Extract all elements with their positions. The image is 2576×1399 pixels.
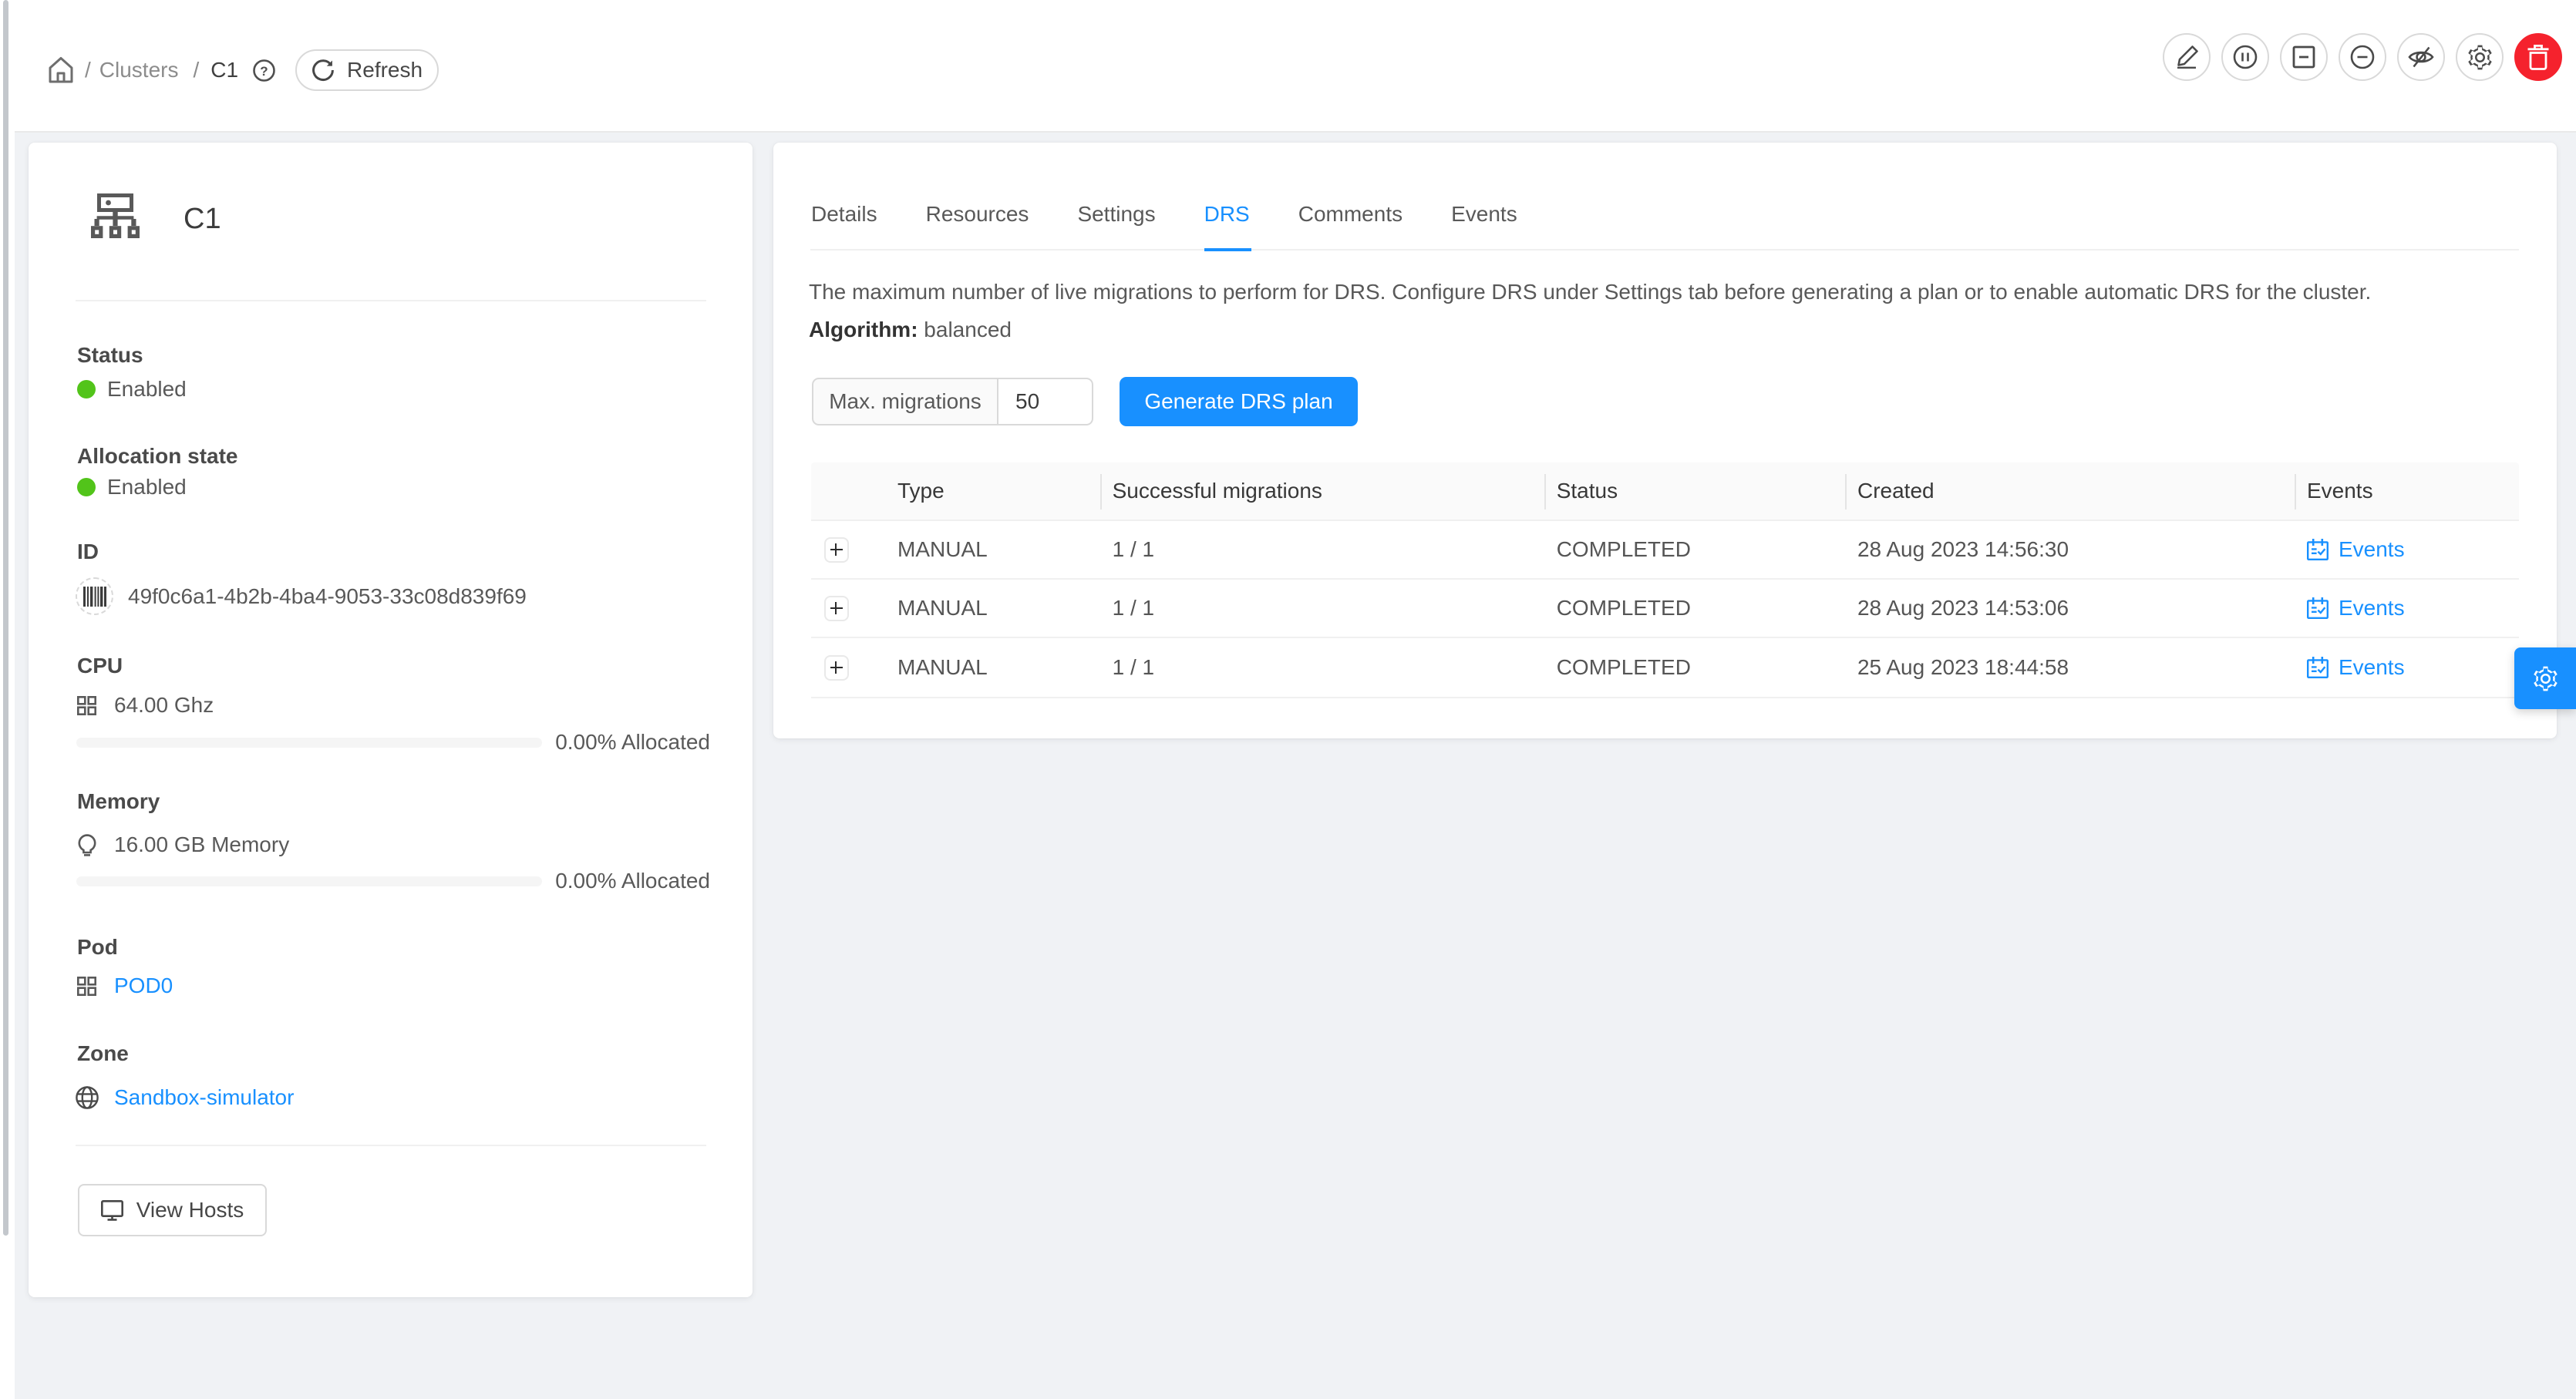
svg-text:?: ? <box>260 64 268 79</box>
